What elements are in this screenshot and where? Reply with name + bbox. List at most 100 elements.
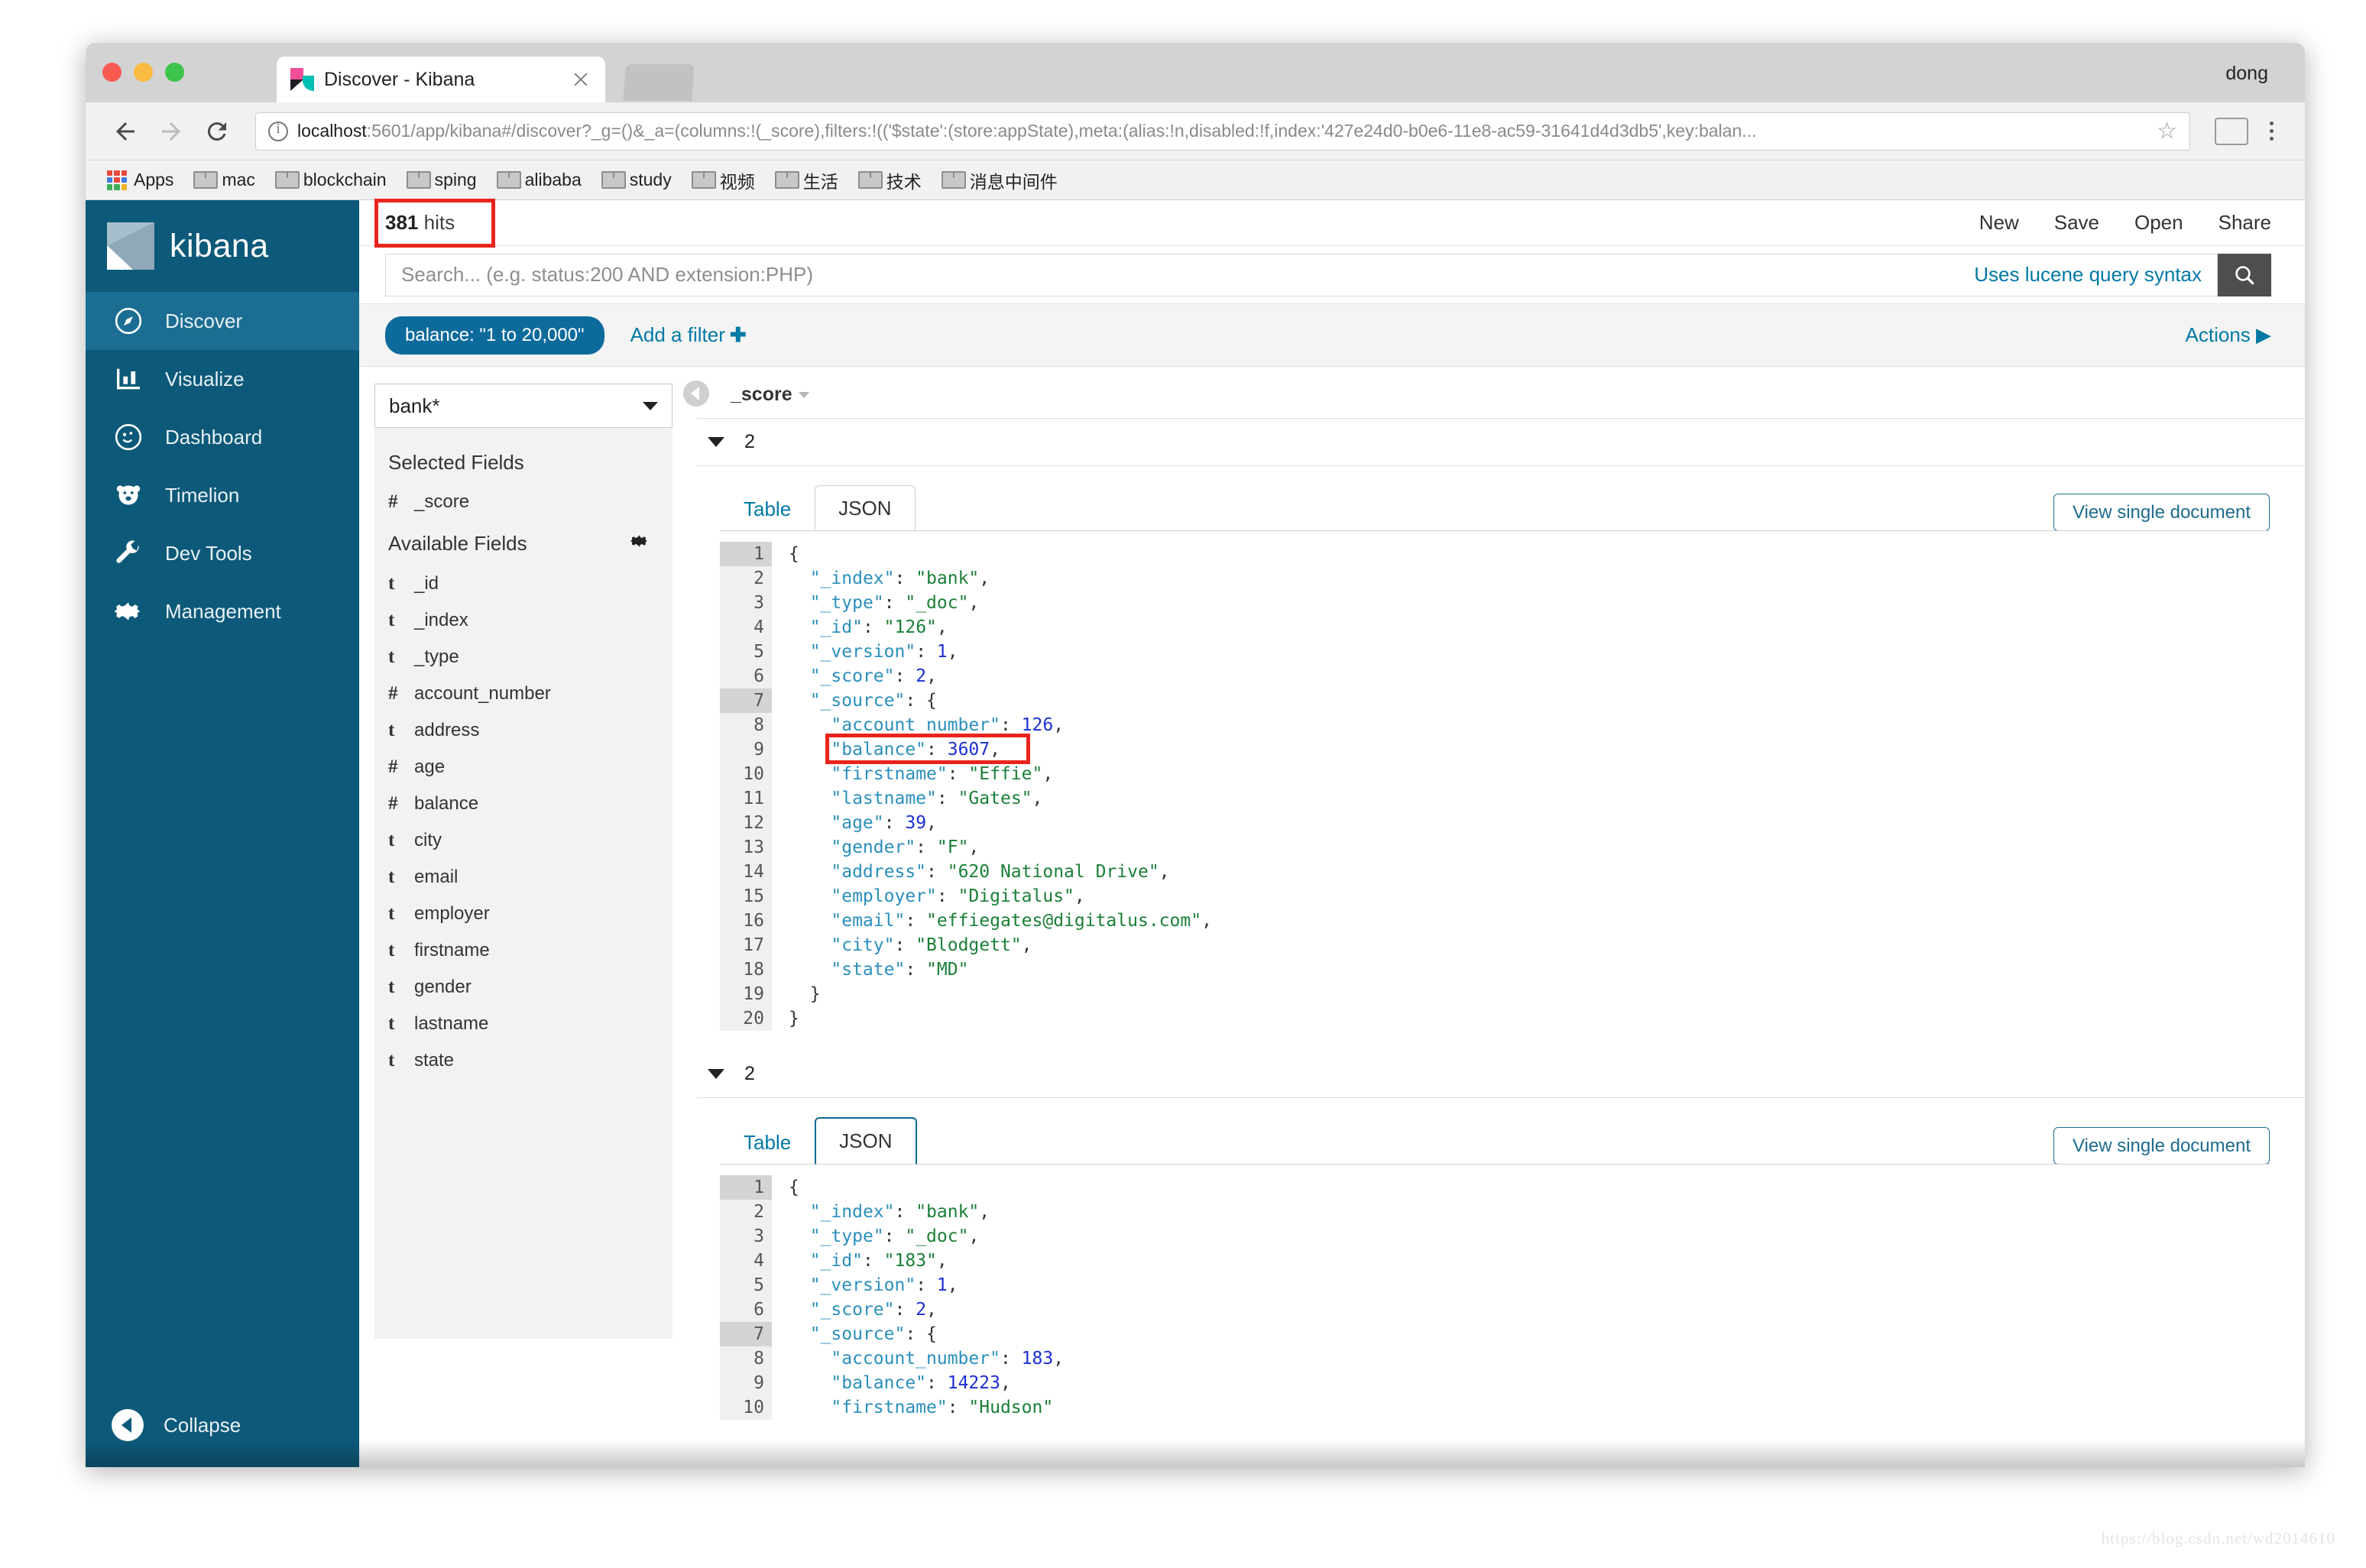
collapse-sidebar-button[interactable]: Collapse <box>86 1409 359 1441</box>
view-single-document-button[interactable]: View single document <box>2053 494 2270 531</box>
bookmark-label: Apps <box>134 170 174 190</box>
search-input[interactable]: Search... (e.g. status:200 AND extension… <box>385 253 2218 296</box>
kibana-logo-icon <box>107 222 154 270</box>
extension-icon[interactable] <box>2215 117 2248 145</box>
line-number: 9 <box>720 737 772 762</box>
sidebar-item-discover[interactable]: Discover <box>86 292 359 350</box>
sidebar-item-dev-tools[interactable]: Dev Tools <box>86 524 359 582</box>
index-pattern-select[interactable]: bank* <box>374 384 673 428</box>
line-number: 4 <box>720 1249 772 1273</box>
chrome-menu-icon[interactable] <box>2257 121 2285 141</box>
bookmark-item-messaging[interactable]: 消息中间件 <box>941 167 1058 193</box>
bookmark-item-study[interactable]: study <box>601 170 672 190</box>
back-icon[interactable] <box>105 112 145 151</box>
tab-json[interactable]: JSON <box>815 485 916 532</box>
tab-json[interactable]: JSON <box>815 1117 917 1165</box>
tab-table[interactable]: Table <box>720 1119 815 1165</box>
window-controls[interactable] <box>102 63 184 82</box>
doc-tabs: Table JSON View single document <box>697 1098 2305 1165</box>
table-row[interactable]: 2 <box>697 419 2305 466</box>
field-item-state[interactable]: t state <box>374 1042 673 1079</box>
line-number: 10 <box>720 762 772 786</box>
sidebar-item-timelion[interactable]: Timelion <box>86 466 359 524</box>
bookmark-item-tech[interactable]: 技术 <box>857 167 922 193</box>
address-bar[interactable]: localhost:5601/app/kibana#/discover?_g=(… <box>255 112 2190 151</box>
open-button[interactable]: Open <box>2134 211 2183 235</box>
minimize-window-button[interactable] <box>134 63 153 82</box>
field-item-email[interactable]: t email <box>374 859 673 896</box>
code-line: "_source": { <box>809 691 937 711</box>
field-item-firstname[interactable]: t firstname <box>374 932 673 969</box>
forward-icon <box>151 112 191 151</box>
profile-name[interactable]: dong <box>2225 63 2268 85</box>
maximize-window-button[interactable] <box>165 63 184 82</box>
field-item-index[interactable]: t _index <box>374 602 673 639</box>
folder-icon <box>857 171 883 189</box>
field-item-account-number[interactable]: # account_number <box>374 675 673 712</box>
code-line: "gender": "F", <box>831 837 980 857</box>
field-type-icon: t <box>388 867 395 887</box>
expand-toggle-icon[interactable] <box>708 437 724 447</box>
sidebar-item-visualize[interactable]: Visualize <box>86 350 359 408</box>
share-button[interactable]: Share <box>2219 211 2271 235</box>
browser-tab-active[interactable]: Discover - Kibana <box>277 57 605 102</box>
reload-icon[interactable] <box>197 112 237 151</box>
sidebar-item-management[interactable]: Management <box>86 582 359 640</box>
new-button[interactable]: New <box>1979 211 2019 235</box>
field-type-icon: t <box>388 720 395 740</box>
row-score-value: 2 <box>744 1063 755 1084</box>
column-header-score[interactable]: _score <box>697 367 2305 419</box>
sidebar-item-label: Management <box>165 599 281 623</box>
dashboard-icon <box>112 422 145 452</box>
bookmark-item-sping[interactable]: sping <box>406 170 477 190</box>
close-tab-icon[interactable] <box>570 69 592 90</box>
field-item-address[interactable]: t address <box>374 712 673 749</box>
tab-table[interactable]: Table <box>720 486 815 532</box>
field-item-lastname[interactable]: t lastname <box>374 1006 673 1042</box>
add-filter-button[interactable]: Add a filter ✚ <box>630 323 747 347</box>
line-number: 12 <box>720 811 772 835</box>
field-item-employer[interactable]: t employer <box>374 896 673 932</box>
lucene-syntax-link[interactable]: Uses lucene query syntax <box>1974 263 2202 287</box>
field-item-gender[interactable]: t gender <box>374 969 673 1006</box>
code-line: "_id": "183", <box>809 1251 948 1271</box>
site-info-icon[interactable] <box>268 121 288 141</box>
actions-menu-button[interactable]: Actions ▶ <box>2186 323 2271 347</box>
bookmark-label: 技术 <box>886 171 922 192</box>
bookmark-item-life[interactable]: 生活 <box>774 167 838 193</box>
field-item-score[interactable]: # _score <box>374 484 673 520</box>
new-tab-button[interactable] <box>623 64 695 101</box>
filter-pill-balance[interactable]: balance: "1 to 20,000" <box>385 316 604 355</box>
folder-icon <box>406 171 431 189</box>
bookmark-item-video[interactable]: 视频 <box>691 167 755 193</box>
bookmark-item-alibaba[interactable]: alibaba <box>496 170 582 190</box>
field-item-balance[interactable]: # balance <box>374 786 673 822</box>
hits-count: 381 <box>385 211 419 234</box>
browser-window: Discover - Kibana dong localhost:5601/ap… <box>86 43 2305 1467</box>
collapse-field-panel-icon[interactable] <box>683 381 709 407</box>
search-placeholder: Search... (e.g. status:200 AND extension… <box>401 263 814 286</box>
line-number: 10 <box>720 1395 772 1420</box>
field-type-icon: t <box>388 903 395 924</box>
kibana-logo-text: kibana <box>170 227 269 264</box>
search-submit-button[interactable] <box>2218 253 2271 296</box>
field-item-id[interactable]: t _id <box>374 565 673 602</box>
bookmark-item-mac[interactable]: mac <box>193 170 255 190</box>
field-settings-gear-icon[interactable] <box>630 531 650 556</box>
save-button[interactable]: Save <box>2054 211 2099 235</box>
sidebar-item-dashboard[interactable]: Dashboard <box>86 408 359 466</box>
code-line: "state": "MD" <box>831 960 969 980</box>
table-row[interactable]: 2 <box>697 1051 2305 1098</box>
bookmark-item-apps[interactable]: Apps <box>107 170 173 190</box>
bookmark-item-blockchain[interactable]: blockchain <box>274 170 387 190</box>
field-item-city[interactable]: t city <box>374 822 673 859</box>
bookmark-star-icon[interactable]: ☆ <box>2157 118 2177 144</box>
expand-toggle-icon[interactable] <box>708 1069 724 1079</box>
view-single-document-button[interactable]: View single document <box>2053 1127 2270 1165</box>
field-item-type[interactable]: t _type <box>374 639 673 675</box>
close-window-button[interactable] <box>102 63 122 82</box>
field-item-age[interactable]: # age <box>374 749 673 786</box>
line-number: 19 <box>720 982 772 1006</box>
field-type-icon: t <box>388 1013 395 1034</box>
code-line: "age": 39, <box>831 813 937 833</box>
